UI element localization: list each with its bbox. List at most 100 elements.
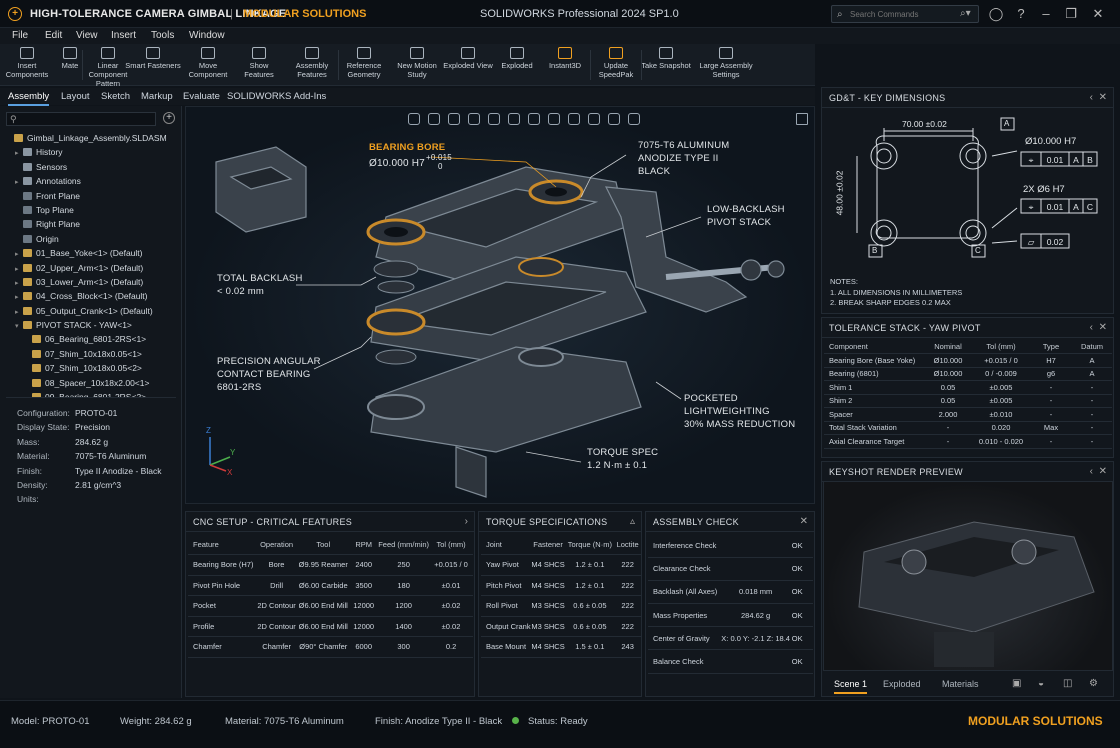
toolbar-btn-2[interactable]: Linear Component Pattern bbox=[88, 46, 128, 88]
panel-collapse-icon[interactable]: ‹ bbox=[1090, 322, 1093, 333]
toolbar-btn-13[interactable]: Take Snapshot bbox=[641, 46, 691, 84]
toolbar-separator bbox=[641, 50, 642, 80]
toolbar-btn-9[interactable]: Exploded View bbox=[443, 46, 493, 84]
settings-icon[interactable]: ⚙ bbox=[1089, 678, 1098, 689]
menu-file[interactable]: File bbox=[12, 30, 28, 41]
tab-layout[interactable]: Layout bbox=[61, 91, 90, 102]
panel-collapse-icon[interactable]: ‹ bbox=[1090, 92, 1093, 103]
toolbar-btn-8[interactable]: New Motion Study bbox=[392, 46, 442, 84]
tree-node[interactable]: ▸ 03_Lower_Arm<1> (Default) bbox=[6, 277, 178, 291]
tree-node[interactable]: ▸ 02_Upper_Arm<1> (Default) bbox=[6, 263, 178, 277]
panel-close-icon[interactable]: ✕ bbox=[800, 516, 808, 527]
toolbar-btn-3[interactable]: Smart Fasteners bbox=[125, 46, 181, 84]
tree-expand-icon[interactable]: ▸ bbox=[15, 178, 23, 186]
property-row: Units: bbox=[6, 494, 176, 508]
tree-node[interactable]: Front Plane bbox=[6, 191, 178, 205]
environment-icon[interactable]: ◒ bbox=[1038, 678, 1044, 689]
tree-node[interactable]: Sensors bbox=[6, 162, 178, 176]
close-icon[interactable]: ✕ bbox=[1090, 6, 1106, 22]
title-bar: + HIGH-TOLERANCE CAMERA GIMBAL LINKAGE |… bbox=[0, 0, 1120, 28]
toolbar-btn-14[interactable]: Large Assembly Settings bbox=[692, 46, 760, 84]
tree-node-icon bbox=[32, 378, 41, 387]
tree-node[interactable]: Right Plane bbox=[6, 219, 178, 233]
camera-icon[interactable]: ▣ bbox=[1012, 678, 1021, 689]
toolbar-btn-4[interactable]: Move Component bbox=[183, 46, 233, 84]
minimize-icon[interactable]: – bbox=[1038, 6, 1054, 21]
tolerance-stack-title: TOLERANCE STACK - YAW PIVOT bbox=[829, 323, 981, 333]
tree-node[interactable]: Origin bbox=[6, 234, 178, 248]
user-icon[interactable]: ◯ bbox=[988, 6, 1004, 22]
check-cell: OK bbox=[791, 580, 813, 605]
panel-collapse-icon[interactable]: ‹ bbox=[1090, 466, 1093, 477]
tab-sketch[interactable]: Sketch bbox=[101, 91, 130, 102]
toolbar-btn-2-label: Linear Component Pattern bbox=[88, 61, 128, 88]
tree-node[interactable]: 08_Spacer_10x18x2.00<1> bbox=[6, 378, 178, 392]
search-dropdown-icon[interactable]: ⌕▾ bbox=[960, 8, 971, 19]
tab-assembly[interactable]: Assembly bbox=[8, 91, 50, 106]
toolbar-btn-2-icon bbox=[101, 47, 115, 59]
toolbar-separator bbox=[82, 50, 83, 80]
render-tab-exploded[interactable]: Exploded bbox=[883, 679, 921, 689]
tree-expand-icon[interactable]: ▸ bbox=[15, 250, 23, 258]
render-tab-materials[interactable]: Materials bbox=[942, 679, 979, 689]
tree-expand-icon[interactable]: ▸ bbox=[15, 149, 23, 157]
restore-icon[interactable]: ❐ bbox=[1063, 6, 1079, 22]
panel-expand-icon[interactable]: › bbox=[465, 516, 468, 527]
gdt-note-line: 2. BREAK SHARP EDGES 0.2 MAX bbox=[830, 298, 951, 307]
toolbar-btn-12-icon bbox=[609, 47, 623, 59]
tree-node[interactable]: ▸ History bbox=[6, 147, 178, 161]
tree-expand-icon[interactable]: ▸ bbox=[15, 265, 23, 273]
tree-node[interactable]: ▾ PIVOT STACK - YAW<1> bbox=[6, 320, 178, 334]
check-row: Center of Gravity X: 0.0 Y: -2.1 Z: 18.4 O… bbox=[648, 626, 813, 651]
menu-tools[interactable]: Tools bbox=[151, 30, 174, 41]
tree-node[interactable]: ▸ 01_Base_Yoke<1> (Default) bbox=[6, 248, 178, 262]
tab-evaluate[interactable]: Evaluate bbox=[183, 91, 220, 102]
tree-node[interactable]: 06_Bearing_6801-2RS<1> bbox=[6, 334, 178, 348]
render-tab-scene[interactable]: Scene 1 bbox=[834, 679, 868, 694]
toolbar-btn-11[interactable]: Instant3D bbox=[543, 46, 587, 84]
help-icon[interactable]: ? bbox=[1013, 6, 1029, 21]
tree-node-icon bbox=[23, 177, 32, 186]
toolbar-btn-7[interactable]: Reference Geometry bbox=[338, 46, 390, 84]
menu-view[interactable]: View bbox=[76, 30, 98, 41]
property-row: Display State: Precision bbox=[6, 422, 176, 436]
tree-node[interactable]: ▸ 05_Output_Crank<1> (Default) bbox=[6, 306, 178, 320]
menu-edit[interactable]: Edit bbox=[45, 30, 62, 41]
add-icon[interactable]: + bbox=[163, 112, 175, 124]
tab-markup[interactable]: Markup bbox=[141, 91, 173, 102]
menu-insert[interactable]: Insert bbox=[111, 30, 136, 41]
tree-expand-icon[interactable]: ▸ bbox=[15, 308, 23, 316]
toolbar-btn-4-icon bbox=[201, 47, 215, 59]
tree-node[interactable]: ▸ Annotations bbox=[6, 176, 178, 190]
tree-node[interactable]: 07_Shim_10x18x0.05<2> bbox=[6, 363, 178, 377]
fcf-cell: 0.02 bbox=[1046, 237, 1064, 247]
toolbar-btn-6-icon bbox=[305, 47, 319, 59]
toolbar-btn-6[interactable]: Assembly Features bbox=[286, 46, 338, 84]
toolbar-btn-5[interactable]: Show Features bbox=[234, 46, 284, 84]
tree-expand-icon[interactable]: ▸ bbox=[15, 279, 23, 287]
toolbar-btn-12[interactable]: Update SpeedPak bbox=[590, 46, 642, 84]
menu-window[interactable]: Window bbox=[189, 30, 225, 41]
search-input[interactable] bbox=[850, 8, 955, 20]
tree-expand-icon[interactable]: ▸ bbox=[15, 293, 23, 301]
tolstack-cell: 0.020 bbox=[972, 421, 1030, 435]
tree-node[interactable]: 07_Shim_10x18x0.05<1> bbox=[6, 349, 178, 363]
torque-cell: 222 bbox=[614, 575, 641, 596]
tolstack-cell: - bbox=[1072, 407, 1112, 422]
panel-close-icon[interactable]: ✕ bbox=[1099, 92, 1107, 103]
panel-close-icon[interactable]: ✕ bbox=[1099, 466, 1107, 477]
tree-node[interactable]: Top Plane bbox=[6, 205, 178, 219]
tree-filter-input[interactable] bbox=[21, 114, 151, 124]
tree-filter[interactable]: ⚲ bbox=[6, 112, 156, 126]
tree-node[interactable]: ▸ 04_Cross_Block<1> (Default) bbox=[6, 291, 178, 305]
search-commands[interactable]: ⌕ ⌕▾ bbox=[831, 5, 979, 23]
tree-expand-icon[interactable]: ▾ bbox=[15, 322, 23, 330]
graphics-viewport[interactable]: Z Y X BEARING BORE Ø10.000 H7 +0.015 0 7… bbox=[185, 106, 815, 504]
panel-pin-icon[interactable]: ▵ bbox=[630, 516, 635, 527]
tab-solidworks-add-ins[interactable]: SOLIDWORKS Add-Ins bbox=[227, 91, 326, 102]
screenshot-icon[interactable]: ◫ bbox=[1063, 678, 1072, 689]
toolbar-btn-10[interactable]: Exploded bbox=[492, 46, 542, 84]
panel-close-icon[interactable]: ✕ bbox=[1099, 322, 1107, 333]
tolstack-cell: A bbox=[1072, 367, 1112, 381]
tree-node[interactable]: Gimbal_Linkage_Assembly.SLDASM bbox=[6, 133, 178, 147]
